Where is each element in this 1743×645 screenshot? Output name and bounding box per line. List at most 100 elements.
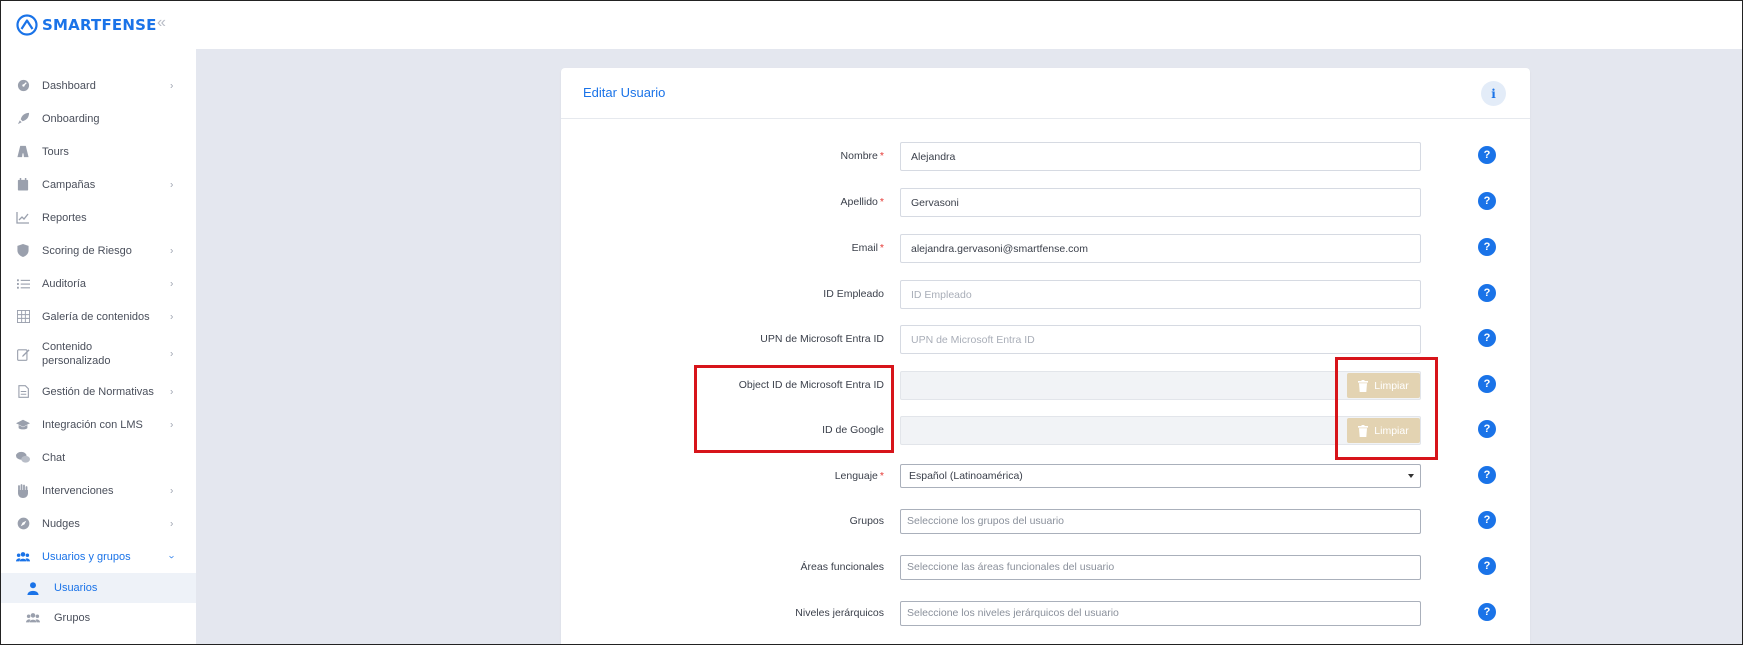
- smartfense-logo-icon: [16, 14, 38, 36]
- line-chart-icon: [16, 211, 30, 225]
- grupos-multiselect[interactable]: Seleccione los grupos del usuario: [900, 509, 1421, 534]
- row-lenguaje: Lenguaje * Español (Latinoamérica) ?: [561, 462, 1530, 492]
- sidebar-item-label: Integración con LMS: [42, 418, 143, 431]
- sidebar-item-gestion-de-normativas[interactable]: Gestión de Normativas ›: [0, 375, 196, 408]
- chevron-down-icon: ›: [166, 554, 178, 559]
- help-icon[interactable]: ?: [1478, 557, 1496, 575]
- sidebar-item-label: Tours: [42, 145, 69, 158]
- sidebar-item-label: Gestión de Normativas: [42, 385, 154, 398]
- sidebar-item-galeria-de-contenidos[interactable]: Galería de contenidos ›: [0, 300, 196, 333]
- user-icon: [26, 581, 40, 595]
- sidebar-item-label: Campañas: [42, 178, 96, 191]
- help-icon[interactable]: ?: [1478, 238, 1496, 256]
- grupos-label: Grupos: [849, 515, 884, 527]
- sidebar-item-integracion-con-lms[interactable]: Integración con LMS ›: [0, 408, 196, 441]
- lenguaje-select[interactable]: Español (Latinoamérica): [900, 464, 1421, 488]
- chevron-right-icon: ›: [170, 386, 174, 397]
- chevron-right-icon: ›: [170, 485, 174, 496]
- sidebar-subitem-grupos[interactable]: Grupos: [0, 603, 196, 633]
- grid-icon: [16, 310, 30, 324]
- help-icon[interactable]: ?: [1478, 420, 1496, 438]
- sidebar-item-chat[interactable]: Chat: [0, 441, 196, 474]
- apellido-input[interactable]: [900, 188, 1421, 217]
- sidebar-item-label: Chat: [42, 451, 66, 464]
- sidebar: SMARTFENSE « Dashboard › Onboarding Tour…: [0, 0, 196, 645]
- chat-icon: [16, 451, 30, 465]
- sidebar-item-scoring-de-riesgo[interactable]: Scoring de Riesgo ›: [0, 234, 196, 267]
- sidebar-subitem-usuarios[interactable]: Usuarios: [0, 573, 196, 603]
- object-id-label: Object ID de Microsoft Entra ID: [738, 379, 884, 391]
- upn-input[interactable]: [900, 325, 1421, 354]
- collapse-sidebar-icon[interactable]: «: [157, 14, 166, 32]
- edit-user-card: Editar Usuario i Nombre* ? Apellido* ? E…: [561, 68, 1530, 645]
- compass-icon: [16, 517, 30, 531]
- sidebar-item-intervenciones[interactable]: Intervenciones ›: [0, 474, 196, 507]
- users-icon: [16, 550, 30, 564]
- sidebar-item-nudges[interactable]: Nudges ›: [0, 507, 196, 540]
- object-id-input: [900, 371, 1421, 400]
- sidebar-item-tours[interactable]: Tours: [0, 135, 196, 168]
- email-label: Email *: [851, 242, 884, 254]
- areas-funcionales-placeholder: Seleccione las áreas funcionales del usu…: [907, 561, 1115, 573]
- help-icon[interactable]: ?: [1478, 146, 1496, 164]
- sidebar-item-label: Onboarding: [42, 112, 100, 125]
- chevron-right-icon: ›: [170, 348, 174, 360]
- nombre-label: Nombre *: [840, 150, 884, 162]
- nombre-input[interactable]: [900, 142, 1421, 171]
- sidebar-item-label: Scoring de Riesgo: [42, 244, 132, 257]
- sidebar-item-label: Dashboard: [42, 79, 96, 92]
- niveles-jerarquicos-multiselect[interactable]: Seleccione los niveles jerárquicos del u…: [900, 601, 1421, 626]
- graduation-cap-icon: [16, 418, 30, 432]
- gauge-icon: [16, 79, 30, 93]
- help-icon[interactable]: ?: [1478, 192, 1496, 210]
- niveles-jerarquicos-placeholder: Seleccione los niveles jerárquicos del u…: [907, 607, 1119, 619]
- sidebar-item-campanas[interactable]: Campañas ›: [0, 168, 196, 201]
- sidebar-nav: Dashboard › Onboarding Tours Campañas › …: [0, 69, 196, 633]
- upn-label: UPN de Microsoft Entra ID: [760, 333, 884, 345]
- shield-icon: [16, 244, 30, 258]
- row-nombre: Nombre* ?: [561, 142, 1530, 172]
- clear-object-id-button[interactable]: Limpiar: [1347, 373, 1420, 398]
- card-title: Editar Usuario: [583, 85, 666, 100]
- help-icon[interactable]: ?: [1478, 466, 1496, 484]
- id-empleado-label: ID Empleado: [823, 288, 884, 300]
- row-upn: UPN de Microsoft Entra ID ?: [561, 325, 1530, 355]
- sidebar-item-auditoria[interactable]: Auditoría ›: [0, 267, 196, 300]
- edit-icon: [16, 347, 30, 361]
- help-icon[interactable]: ?: [1478, 329, 1496, 347]
- areas-funcionales-label: Áreas funcionales: [800, 561, 884, 573]
- card-header: Editar Usuario i: [561, 68, 1530, 119]
- sidebar-item-usuarios-y-grupos[interactable]: Usuarios y grupos ›: [0, 540, 196, 573]
- chevron-right-icon: ›: [170, 80, 174, 91]
- grupos-placeholder: Seleccione los grupos del usuario: [907, 515, 1065, 527]
- road-icon: [16, 145, 30, 159]
- help-icon[interactable]: ?: [1478, 511, 1496, 529]
- sidebar-item-label: Reportes: [42, 211, 87, 224]
- row-areas-funcionales: Áreas funcionales Seleccione las áreas f…: [561, 553, 1530, 583]
- help-icon[interactable]: ?: [1478, 284, 1496, 302]
- help-icon[interactable]: ?: [1478, 603, 1496, 621]
- row-grupos: Grupos Seleccione los grupos del usuario…: [561, 507, 1530, 537]
- info-icon[interactable]: i: [1481, 81, 1506, 106]
- row-apellido: Apellido* ?: [561, 188, 1530, 218]
- calendar-icon: [16, 178, 30, 192]
- areas-funcionales-multiselect[interactable]: Seleccione las áreas funcionales del usu…: [900, 555, 1421, 580]
- help-icon[interactable]: ?: [1478, 375, 1496, 393]
- sidebar-item-label: Contenido personalizado: [42, 341, 111, 367]
- row-object-id: Object ID de Microsoft Entra ID Limpiar …: [561, 371, 1530, 401]
- id-empleado-input[interactable]: [900, 280, 1421, 309]
- sidebar-subitem-label: Usuarios: [54, 582, 98, 594]
- clear-google-id-button[interactable]: Limpiar: [1347, 418, 1420, 443]
- trash-icon: [1358, 424, 1369, 437]
- row-email: Email* ?: [561, 234, 1530, 264]
- sidebar-item-label: Intervenciones: [42, 484, 114, 497]
- google-id-label: ID de Google: [822, 424, 884, 436]
- clear-button-label: Limpiar: [1374, 379, 1409, 392]
- email-input[interactable]: [900, 234, 1421, 263]
- sidebar-item-reportes[interactable]: Reportes: [0, 201, 196, 234]
- sidebar-item-onboarding[interactable]: Onboarding: [0, 102, 196, 135]
- chevron-right-icon: ›: [170, 278, 174, 289]
- brand-logo[interactable]: SMARTFENSE: [16, 13, 157, 37]
- sidebar-item-dashboard[interactable]: Dashboard ›: [0, 69, 196, 102]
- sidebar-item-contenido-personalizado[interactable]: Contenido personalizado ›: [0, 333, 196, 375]
